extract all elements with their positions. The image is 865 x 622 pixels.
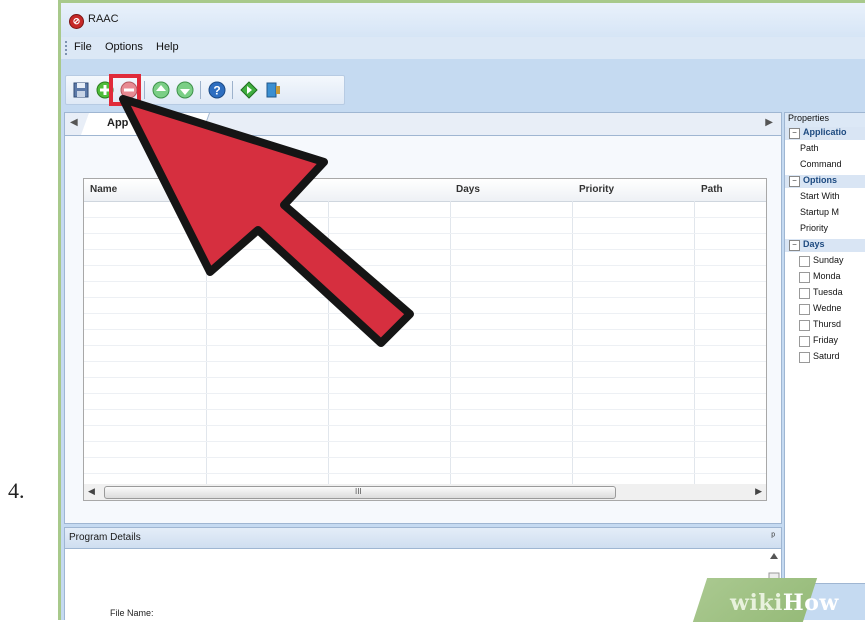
wikihow-watermark: wikiHow — [730, 590, 839, 616]
watermark-part2: How — [782, 590, 839, 616]
red-pointer-arrow — [119, 95, 414, 347]
watermark-part1: wiki — [730, 590, 783, 616]
